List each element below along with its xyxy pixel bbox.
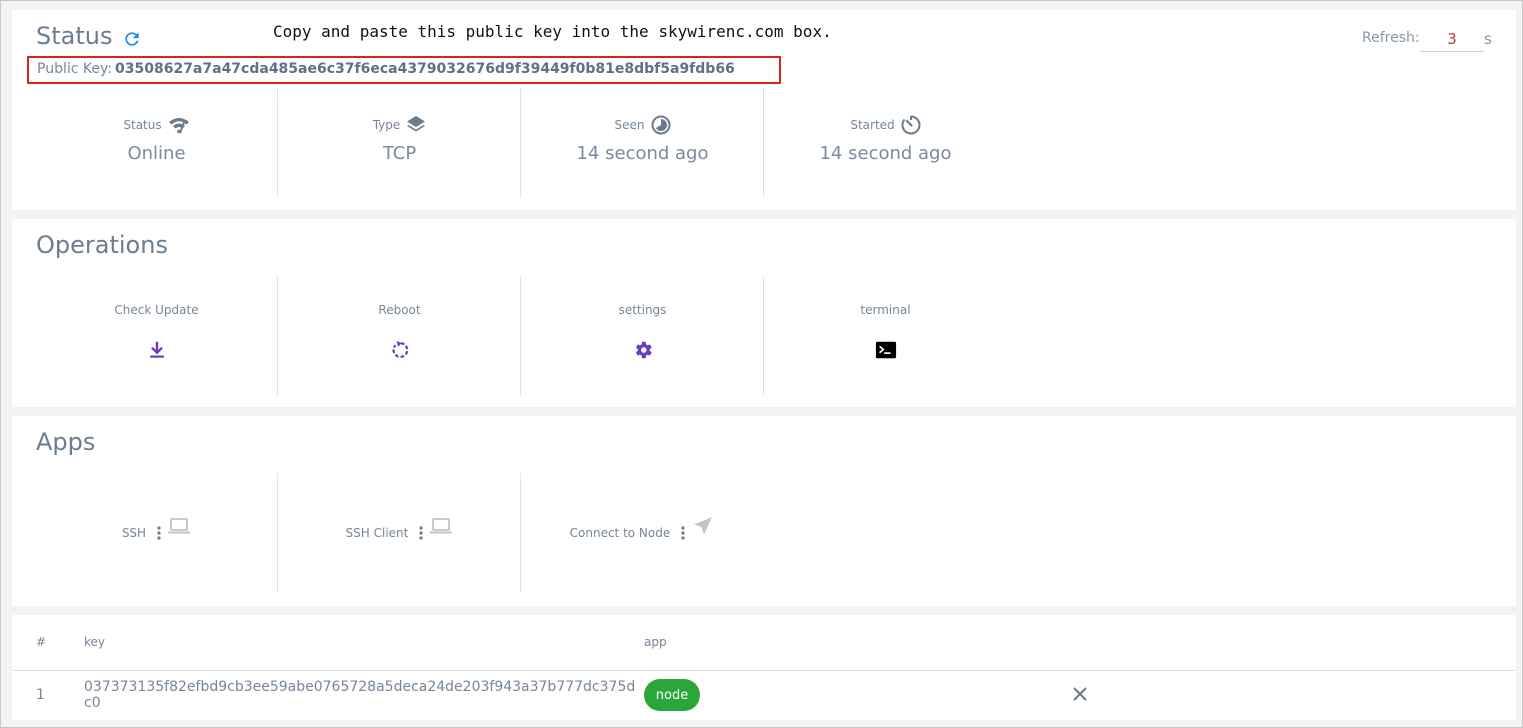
wifi-icon (168, 118, 189, 134)
pie-clock-icon (651, 115, 670, 135)
op-reboot-label: Reboot (378, 303, 421, 317)
op-settings[interactable]: settings (521, 303, 764, 365)
stat-type: Type TCP (278, 114, 521, 164)
status-card: Status Copy and paste this public key in… (12, 10, 1516, 210)
stat-started-value: 14 second ago (819, 143, 952, 164)
layers-icon (407, 116, 426, 132)
op-terminal[interactable]: terminal (764, 303, 1007, 365)
column-header-app: app (644, 635, 667, 649)
app-ssh: SSH (35, 485, 278, 541)
app-badge: node (644, 679, 700, 711)
stat-started-label: Started (850, 118, 895, 132)
gear-icon[interactable] (632, 339, 654, 361)
public-key-highlight: Public Key: 03508627a7a47cda485ae6c37f6e… (27, 56, 781, 84)
more-vert-icon[interactable] (156, 526, 162, 540)
apps-title: Apps (36, 428, 96, 456)
status-title: Status (36, 22, 113, 50)
public-key-label: Public Key: (37, 61, 112, 77)
header-divider (12, 670, 1516, 671)
column-header-num: # (36, 635, 47, 649)
stat-seen: Seen 14 second ago (521, 114, 764, 164)
laptop-icon[interactable] (167, 515, 191, 537)
stat-status: Status Online (35, 114, 278, 164)
laptop-icon[interactable] (429, 515, 453, 537)
app-ssh-client: SSH Client (278, 485, 521, 541)
row-num: 1 (36, 687, 45, 703)
more-vert-icon[interactable] (418, 526, 424, 540)
stat-seen-value: 14 second ago (576, 143, 709, 164)
public-key-value[interactable]: 03508627a7a47cda485ae6c37f6eca4379032676… (115, 61, 735, 77)
refresh-icon[interactable] (122, 29, 142, 49)
stat-seen-label: Seen (614, 118, 645, 132)
download-icon[interactable] (146, 339, 168, 361)
app-connect-to-node: Connect to Node (521, 485, 764, 541)
refresh-unit: s (1484, 30, 1492, 48)
close-icon[interactable] (1072, 686, 1088, 702)
stat-status-value: Online (127, 143, 186, 164)
op-settings-label: settings (618, 303, 667, 317)
op-reboot[interactable]: Reboot (278, 303, 521, 365)
refresh-label: Refresh: (1362, 30, 1420, 46)
stat-type-value: TCP (382, 143, 417, 164)
app-ssh-client-label: SSH Client (345, 526, 409, 540)
apps-card: Apps SSH SSH Client Connect to Node (12, 416, 1516, 606)
op-check-update-label: Check Update (114, 303, 199, 317)
column-header-key: key (84, 635, 106, 649)
stat-status-label: Status (123, 118, 162, 132)
op-check-update[interactable]: Check Update (35, 303, 278, 365)
timer-icon (901, 115, 921, 135)
refresh-interval-input[interactable] (1420, 26, 1484, 52)
instruction-note: Copy and paste this public key into the … (273, 22, 832, 41)
stat-type-label: Type (372, 118, 401, 132)
reboot-icon[interactable] (389, 339, 411, 361)
operations-title: Operations (36, 231, 168, 259)
connections-table: # key app 1 037373135f82efbd9cb3ee59abe0… (12, 615, 1516, 720)
terminal-icon[interactable] (875, 339, 897, 361)
op-terminal-label: terminal (860, 303, 911, 317)
stat-started: Started 14 second ago (764, 114, 1007, 164)
send-icon[interactable] (691, 515, 715, 537)
operations-card: Operations Check Update Reboot settings … (12, 219, 1516, 407)
app-ssh-label: SSH (121, 526, 147, 540)
more-vert-icon[interactable] (680, 526, 686, 540)
row-key: 037373135f82efbd9cb3ee59abe0765728a5deca… (84, 679, 636, 711)
app-connect-to-node-label: Connect to Node (569, 526, 671, 540)
